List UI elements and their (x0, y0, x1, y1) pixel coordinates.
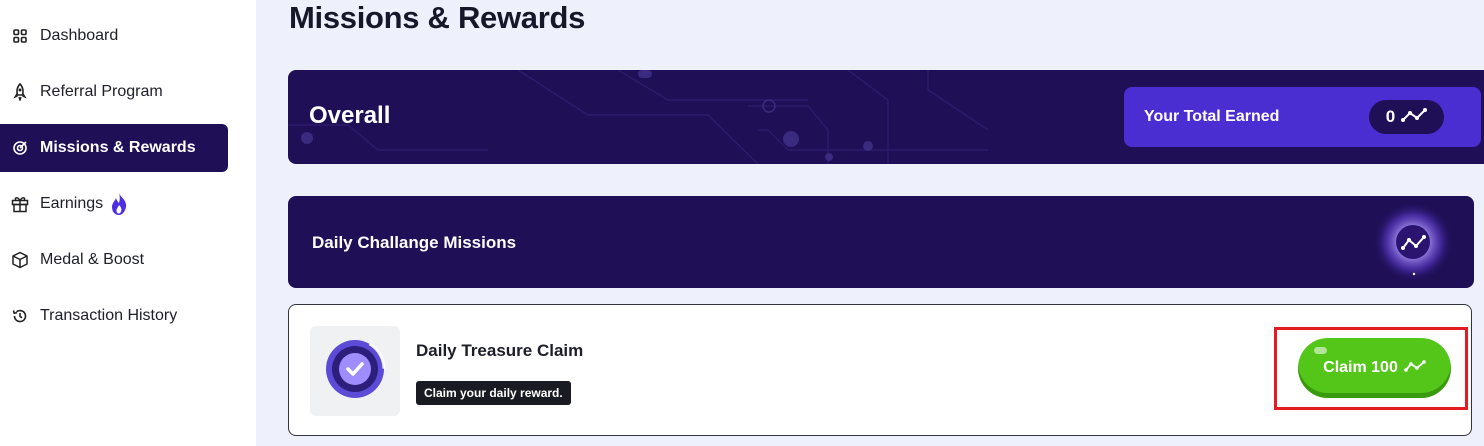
sidebar-item-label: Referral Program (40, 83, 163, 100)
cube-icon (10, 250, 30, 270)
claim-button[interactable]: Claim 100 (1298, 338, 1451, 398)
history-icon (10, 306, 30, 326)
sidebar-item-dashboard[interactable]: Dashboard (0, 12, 228, 60)
sidebar: Dashboard Referral Program Missions & Re… (0, 0, 256, 446)
overall-title: Overall (309, 102, 391, 129)
mission-title: Daily Treasure Claim (416, 341, 584, 360)
overall-banner: Overall Your Total Earned 0 (288, 70, 1484, 164)
sidebar-item-transaction-history[interactable]: Transaction History (0, 292, 228, 340)
grid-icon (10, 26, 30, 46)
sidebar-item-medal-boost[interactable]: Medal & Boost (0, 236, 228, 284)
mission-thumbnail (310, 326, 400, 416)
page-title: Missions & Rewards (289, 0, 586, 35)
total-earned-value-pill: 0 (1369, 100, 1444, 134)
total-earned-label: Your Total Earned (1144, 108, 1280, 125)
sidebar-item-missions-rewards[interactable]: Missions & Rewards (0, 124, 228, 172)
claim-button-label: Claim 100 (1323, 359, 1398, 376)
sidebar-item-label: Dashboard (40, 27, 119, 44)
total-earned-box: Your Total Earned 0 (1124, 87, 1481, 147)
sidebar-item-referral-program[interactable]: Referral Program (0, 68, 228, 116)
rocket-icon (10, 82, 30, 102)
total-earned-value: 0 (1385, 107, 1396, 126)
daily-missions-banner: Daily Challange Missions (288, 196, 1474, 288)
check-badge-icon (324, 338, 386, 405)
token-icon (1401, 107, 1428, 127)
glowing-orb-icon (1373, 202, 1453, 282)
gift-icon (10, 194, 30, 214)
target-icon (10, 138, 30, 158)
sidebar-item-label: Transaction History (40, 307, 178, 324)
sidebar-item-label: Missions & Rewards (40, 139, 196, 156)
fire-icon (109, 192, 129, 216)
sidebar-item-earnings[interactable]: Earnings (0, 180, 228, 228)
sidebar-item-label: Earnings (40, 195, 104, 212)
token-icon (1404, 359, 1426, 377)
daily-missions-title: Daily Challange Missions (312, 233, 517, 252)
sidebar-item-label: Medal & Boost (40, 251, 145, 268)
button-shine (1314, 347, 1327, 354)
mission-description: Claim your daily reward. (416, 381, 571, 405)
